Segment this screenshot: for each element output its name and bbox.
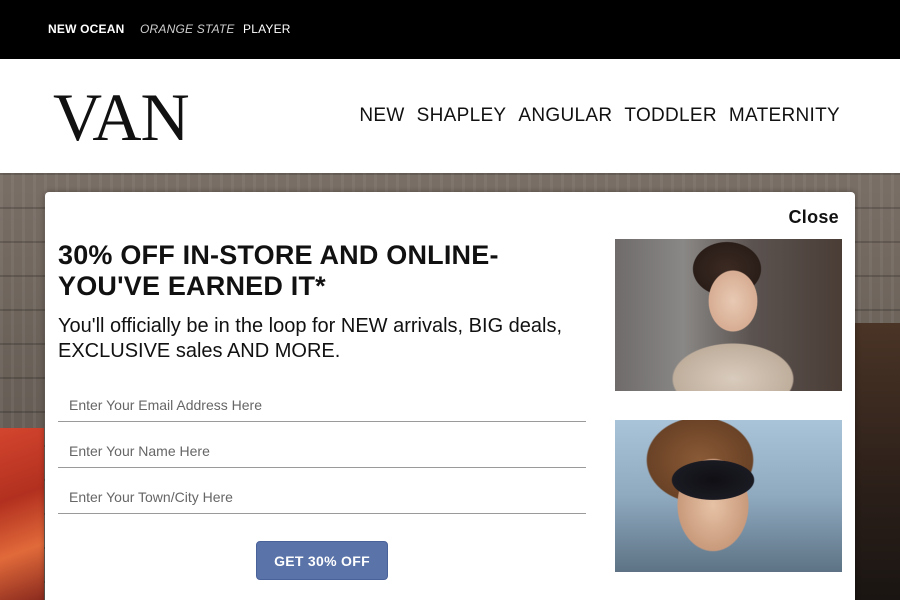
site-header: VAN NEW SHAPLEY ANGULAR TODDLER MATERNIT… xyxy=(0,59,900,173)
brand-link-new-ocean[interactable]: NEW OCEAN xyxy=(48,22,124,36)
site-logo[interactable]: VAN xyxy=(53,81,190,153)
nav-item-toddler[interactable]: TODDLER xyxy=(624,105,717,127)
promo-photo-woman-sunglasses xyxy=(615,420,842,572)
brand-bar: NEW OCEAN ORANGE STATE PLAYER xyxy=(0,0,900,59)
close-button[interactable]: Close xyxy=(788,207,839,228)
nav-item-angular[interactable]: ANGULAR xyxy=(518,105,612,127)
promo-photo-woman-sweater xyxy=(615,239,842,391)
town-field[interactable] xyxy=(58,480,586,514)
brand-link-orange-state[interactable]: ORANGE STATE xyxy=(140,22,235,36)
hero-figure-left xyxy=(0,428,44,600)
name-field[interactable] xyxy=(58,434,586,468)
nav-item-shapley[interactable]: SHAPLEY xyxy=(417,105,507,127)
brand-link-player[interactable]: PLAYER xyxy=(243,22,291,36)
get-discount-button[interactable]: GET 30% OFF xyxy=(256,541,388,580)
hero-figure-right xyxy=(852,323,900,600)
modal-subline: You'll officially be in the loop for NEW… xyxy=(58,315,563,362)
main-nav: NEW SHAPLEY ANGULAR TODDLER MATERNITY xyxy=(359,105,840,127)
nav-item-maternity[interactable]: MATERNITY xyxy=(729,105,840,127)
email-field[interactable] xyxy=(58,388,586,422)
modal-headline: 30% OFF IN-STORE AND ONLINE- YOU'VE EARN… xyxy=(58,240,499,301)
signup-modal: Close 30% OFF IN-STORE AND ONLINE- YOU'V… xyxy=(45,192,855,600)
nav-item-new[interactable]: NEW xyxy=(359,105,404,127)
